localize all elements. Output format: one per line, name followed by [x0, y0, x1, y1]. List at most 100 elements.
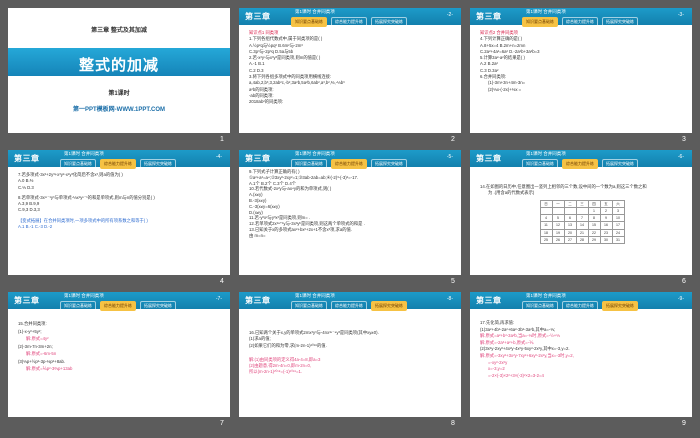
- tab-basic[interactable]: 知识要点基础练: [60, 159, 96, 169]
- page-number: -8-: [446, 296, 453, 302]
- tab-explore[interactable]: 拓展探究突破练: [602, 301, 638, 311]
- tab-ability[interactable]: 综合能力提升练: [100, 159, 136, 169]
- tab-basic[interactable]: 知识要点基础练: [522, 159, 558, 169]
- page-number: -7-: [215, 296, 222, 302]
- calendar-cell: 一: [551, 199, 565, 208]
- slide-number-7: 7: [220, 420, 224, 427]
- tab-explore[interactable]: 拓展探究突破练: [140, 159, 176, 169]
- header-chapter: 第三章: [14, 296, 40, 305]
- calendar-cell: 3: [611, 206, 625, 216]
- chapter-title: 第三章 整式及其加减: [91, 28, 147, 34]
- tab-ability[interactable]: 综合能力提升练: [100, 301, 136, 311]
- calendar-cell: 26: [551, 236, 565, 245]
- slide-body: 知识点2 合并同类项 4.下列计算正确的是( ) A.8+5x=4 B.2m+n…: [480, 30, 684, 127]
- header-section: 第1课时 合并同类项: [295, 151, 335, 156]
- tab-ability[interactable]: 综合能力提升练: [331, 159, 367, 169]
- question-line: 为 .(用含a的代数式表示): [488, 190, 535, 196]
- calendar-cell: 日: [539, 199, 553, 208]
- tab-explore[interactable]: 拓展探究突破练: [371, 159, 407, 169]
- tab-ability[interactable]: 综合能力提升练: [331, 17, 367, 27]
- slide-number-5: 5: [451, 278, 455, 285]
- calendar-table: 日一二三四五六 123 4 5 6 7 8 9 10 11 12 13 14 15 16 17 18 19…: [539, 199, 625, 245]
- calendar-cell: 7: [575, 214, 589, 223]
- question-line: 17.先化简,再求值:: [480, 320, 515, 325]
- calendar-cell: 15: [587, 221, 601, 230]
- tab-basic[interactable]: 知识要点基础练: [291, 301, 327, 311]
- header-section: 第1课时 合并同类项: [64, 293, 104, 298]
- tab-ability[interactable]: 综合能力提升练: [562, 159, 598, 169]
- tab-basic[interactable]: 知识要点基础练: [522, 17, 558, 27]
- slide-thumbnail-7[interactable]: 第三章 第1课时 合并同类项 知识要点基础练 综合能力提升练 拓展探究突破练 -…: [8, 292, 230, 417]
- tab-basic[interactable]: 知识要点基础练: [291, 159, 327, 169]
- calendar-cell: 28: [575, 236, 589, 245]
- answer-line: 解:原式=4y²: [26, 336, 49, 341]
- calendar-cell: 27: [563, 236, 577, 245]
- answer-line: 解:原式=-3xy²+3x²y-7xy²+6xy²-2x²y,当x=-3时,y=…: [480, 352, 574, 358]
- calendar-cell: 29: [587, 236, 601, 245]
- tab-ability[interactable]: 综合能力提升练: [562, 301, 598, 311]
- question-line: (1)3a²+4b²-2a²+6a²-3b²-3a²b,其中a=-⅓;: [480, 326, 556, 332]
- calendar-row: 25 26 27 28 29 30 31: [539, 236, 625, 245]
- slide-thumbnail-5[interactable]: 第三章 第1课时 合并同类项 知识要点基础练 综合能力提升练 拓展探究突破练 -…: [239, 150, 461, 275]
- answer-line: =-2×(-3)×2²+3×(-3)²×2=3-2=4: [488, 372, 544, 378]
- question-line: (2)⅓x-(-2x)+⅓x =: [488, 86, 522, 92]
- question-line: 2018ab²的同类项:: [249, 99, 284, 105]
- calendar-row: 日一二三四五六: [539, 199, 625, 208]
- slide-body: 15.合并同类项: (1)-x-y²+5y²; 解:原式=4y² (2)-3m-…: [18, 320, 222, 411]
- tab-ability[interactable]: 综合能力提升练: [562, 17, 598, 27]
- calendar-cell: 13: [563, 221, 577, 230]
- header-section: 第1课时 合并同类项: [295, 293, 335, 298]
- slide-number-8: 8: [451, 420, 455, 427]
- answer-line: x=-3,y=2: [488, 366, 505, 372]
- calendar-cell: 18: [539, 228, 553, 238]
- header-chapter: 第三章: [476, 296, 502, 305]
- question-line: A.1 B.-1 C.-3 D.-2: [18, 224, 53, 230]
- slide-thumbnail-1[interactable]: 第三章 整式及其加减 整式的加减 第1课时 第一PPT模板网-WWW.1PPT.…: [8, 8, 230, 133]
- question-line: (2)-3m-7n-3m+2n;: [18, 343, 53, 349]
- tab-basic[interactable]: 知识要点基础练: [60, 301, 96, 311]
- slide-thumbnail-2[interactable]: 第三章 第1课时 合并同类项 知识要点基础练 综合能力提升练 拓展探究突破练 -…: [239, 8, 461, 133]
- slide-header: 第三章 第1课时 合并同类项 知识要点基础练 综合能力提升练 拓展探究突破练 -…: [470, 150, 692, 169]
- tab-basic[interactable]: 知识要点基础练: [291, 17, 327, 27]
- calendar-cell: 11: [539, 221, 553, 230]
- slide-header: 第三章 第1课时 合并同类项 知识要点基础练 综合能力提升练 拓展探究突破练 -…: [239, 8, 461, 27]
- tab-basic[interactable]: 知识要点基础练: [522, 301, 558, 311]
- page-number: -5-: [446, 154, 453, 160]
- slide-thumbnail-8[interactable]: 第三章 第1课时 合并同类项 知识要点基础练 综合能力提升练 拓展探究突破练 -…: [239, 292, 461, 417]
- page-number: -4-: [215, 154, 222, 160]
- tab-ability[interactable]: 综合能力提升练: [331, 301, 367, 311]
- header-chapter: 第三章: [245, 12, 271, 21]
- slide-number-1: 1: [220, 136, 224, 143]
- brand-url: 第一PPT模板网-WWW.1PPT.COM: [73, 107, 165, 113]
- page-number: -9-: [677, 296, 684, 302]
- tab-explore[interactable]: 拓展探究突破练: [371, 301, 407, 311]
- slide-thumbnail-6[interactable]: 第三章 第1课时 合并同类项 知识要点基础练 综合能力提升练 拓展探究突破练 -…: [470, 150, 692, 275]
- header-tabs: 知识要点基础练 综合能力提升练 拓展探究突破练: [291, 17, 407, 27]
- tab-explore[interactable]: 拓展探究突破练: [371, 17, 407, 27]
- lesson-label: 第1课时: [108, 91, 130, 97]
- slide-thumbnail-4[interactable]: 第三章 第1课时 合并同类项 知识要点基础练 综合能力提升练 拓展探究突破练 -…: [8, 150, 230, 275]
- tab-explore[interactable]: 拓展探究突破练: [602, 17, 638, 27]
- slide-thumbnail-9[interactable]: 第三章 第1课时 合并同类项 知识要点基础练 综合能力提升练 拓展探究突破练 -…: [470, 292, 692, 417]
- calendar-cell: 16: [599, 221, 613, 230]
- header-tabs: 知识要点基础练 综合能力提升练 拓展探究突破练: [522, 301, 638, 311]
- slide-thumbnail-3[interactable]: 第三章 第1课时 合并同类项 知识要点基础练 综合能力提升练 拓展探究突破练 -…: [470, 8, 692, 133]
- header-tabs: 知识要点基础练 综合能力提升练 拓展探究突破练: [60, 301, 176, 311]
- tab-explore[interactable]: 拓展探究突破练: [140, 301, 176, 311]
- answer-line: 解:原式=-2a³+a²+b,原式=-⅙: [480, 339, 534, 345]
- calendar-cell: [551, 206, 565, 216]
- slide-header: 第三章 第1课时 合并同类项 知识要点基础练 综合能力提升练 拓展探究突破练 -…: [239, 150, 461, 169]
- calendar-cell: 四: [587, 199, 601, 208]
- header-tabs: 知识要点基础练 综合能力提升练 拓展探究突破练: [60, 159, 176, 169]
- calendar-row: 123: [539, 206, 625, 216]
- calendar-cell: 9: [599, 214, 613, 223]
- calendar-cell: 12: [551, 221, 565, 230]
- header-chapter: 第三章: [245, 154, 271, 163]
- calendar-cell: [563, 206, 577, 216]
- question-line: 15.合并同类项:: [18, 321, 47, 326]
- tab-explore[interactable]: 拓展探究突破练: [602, 159, 638, 169]
- header-chapter: 第三章: [245, 296, 271, 305]
- slide-sorter-grid: 第三章 整式及其加减 整式的加减 第1课时 第一PPT模板网-WWW.1PPT.…: [0, 0, 700, 438]
- calendar-cell: 20: [563, 228, 577, 238]
- calendar-cell: 2: [599, 206, 613, 216]
